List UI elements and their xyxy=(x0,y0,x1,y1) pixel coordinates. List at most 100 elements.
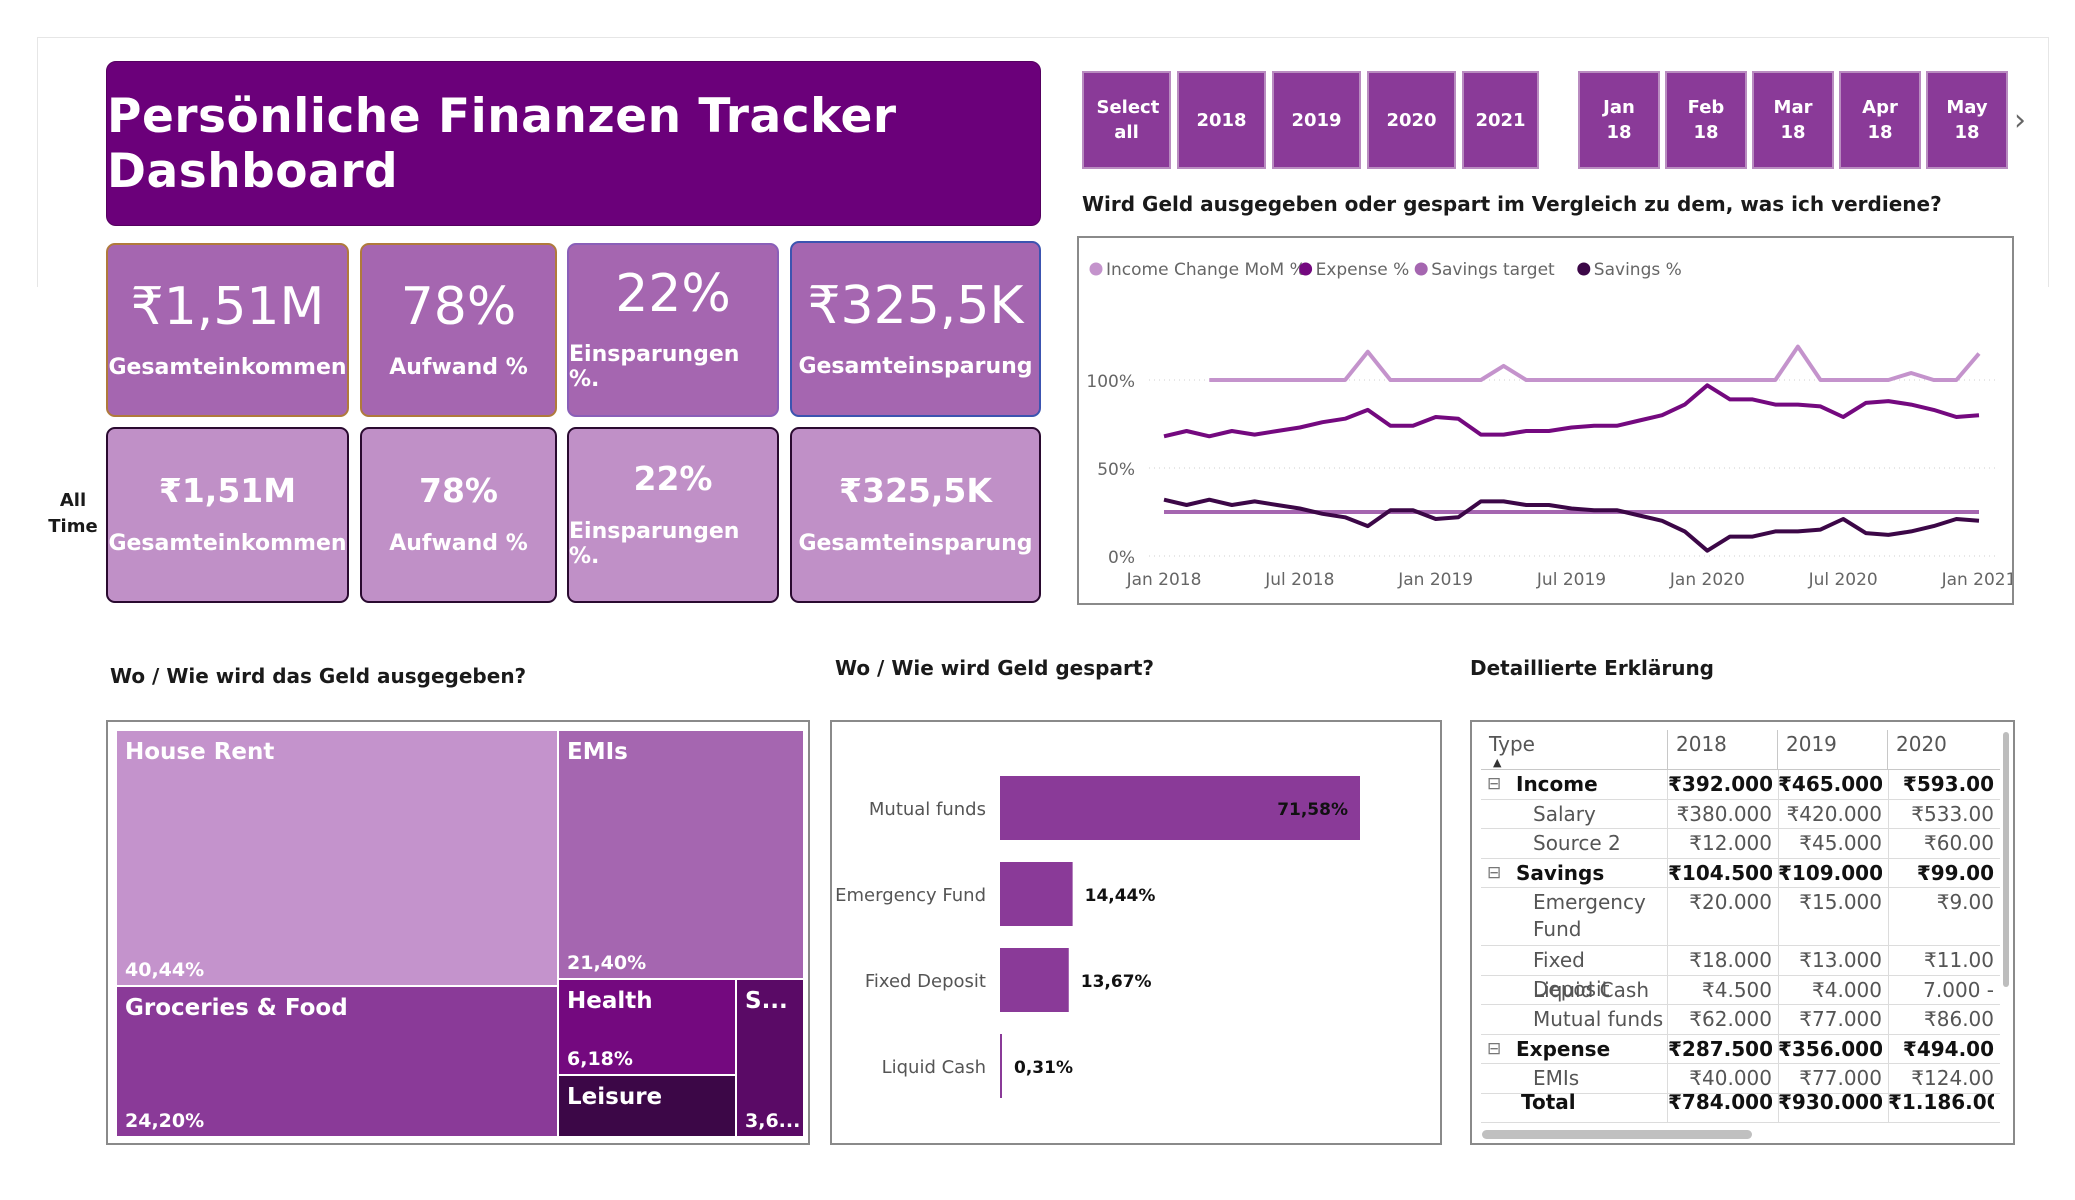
row-value-cell: 7.000 - xyxy=(1923,977,1994,1002)
month-slicer-may-18[interactable]: May 18 xyxy=(1926,71,2008,169)
kpi-label: Einsparungen %. xyxy=(569,342,740,392)
treemap-title: Wo / Wie wird das Geld ausgegeben? xyxy=(110,664,527,688)
kpi-label: Aufwand % xyxy=(389,354,528,380)
row-value-cell: ₹77.000 xyxy=(1799,1007,1882,1031)
kpi-total-savings-card[interactable]: ₹325,5K Gesamteinsparung xyxy=(790,241,1041,417)
collapse-icon[interactable]: ⊟ xyxy=(1487,770,1501,799)
kpi-value: ₹1,51M xyxy=(130,276,325,337)
kpi-value: 22% xyxy=(633,458,713,498)
row-label-cell: ⊟ Expense xyxy=(1481,1034,1668,1064)
kpi-all-time-savings-pct-card[interactable]: 22% Einsparungen %. xyxy=(567,427,779,603)
bar-category-label: Mutual funds xyxy=(869,799,986,820)
month-slicer-feb-18[interactable]: Feb 18 xyxy=(1665,71,1747,169)
table-row[interactable]: Fixed Deposit ₹18.000 ₹13.000 ₹11.00 xyxy=(1481,946,2000,1001)
row-value-cell: ₹86.00 xyxy=(1924,1007,1994,1031)
row-label-cell: Emergency Fund xyxy=(1481,888,1668,946)
kpi-all-time-income-card[interactable]: ₹1,51M Gesamteinkommen xyxy=(106,427,349,603)
kpi-label: Gesamteinkommen xyxy=(108,354,347,380)
legend-marker xyxy=(1299,262,1313,276)
matrix-table[interactable]: Type ▲ 2018 2019 2020 ⊟ Income ₹392.000 ₹46… xyxy=(1470,720,2015,1145)
collapse-icon[interactable]: ⊟ xyxy=(1487,859,1501,888)
bar xyxy=(1000,1034,1002,1098)
table-total-row[interactable]: Total ₹784.000 ₹930.000 ₹1.186.00 xyxy=(1481,1090,2000,1123)
month-slicer-mar-18[interactable]: Mar 18 xyxy=(1752,71,1834,169)
row-value-cell: ₹392.000 xyxy=(1668,772,1772,796)
treemap-leisure[interactable]: Leisure xyxy=(558,1075,736,1137)
table-row[interactable]: ⊟ Expense ₹287.500 ₹356.000 ₹494.00 xyxy=(1481,1034,2000,1064)
kpi-all-time-savings-card[interactable]: ₹325,5K Gesamteinsparung xyxy=(790,427,1041,603)
kpi-savings-pct-card[interactable]: 22% Einsparungen %. xyxy=(567,243,779,417)
table-horizontal-scrollbar[interactable] xyxy=(1482,1130,1752,1139)
kpi-expense-pct-card[interactable]: 78% Aufwand % xyxy=(360,243,557,417)
bar xyxy=(1000,948,1069,1012)
table-row[interactable]: Emergency Fund ₹20.000 ₹15.000 ₹9.00 xyxy=(1481,888,2000,946)
slicer-label: 2018 xyxy=(1196,109,1247,131)
slicer-label: Feb 18 xyxy=(1687,97,1725,143)
row-value-cell: ₹13.000 xyxy=(1799,948,1882,972)
kpi-all-time-expense-card[interactable]: 78% Aufwand % xyxy=(360,427,557,603)
table-row[interactable]: Mutual funds ₹62.000 ₹77.000 ₹86.00 xyxy=(1481,1005,2000,1035)
treemap-pct: 21,40% xyxy=(567,952,647,974)
treemap-pct: 6,18% xyxy=(567,1048,633,1070)
row-value-cell: ₹593.00 xyxy=(1902,772,1994,796)
row-value-cell: ₹60.00 xyxy=(1924,831,1994,855)
treemap-house-rent[interactable]: House Rent 40,44% xyxy=(116,730,558,986)
header-2020-cell[interactable]: 2020 xyxy=(1888,730,2000,770)
year-slicer-2018[interactable]: 2018 xyxy=(1177,71,1266,169)
month-slicer-jan-18[interactable]: Jan 18 xyxy=(1578,71,1660,169)
treemap-groceries-food[interactable]: Groceries & Food 24,20% xyxy=(116,986,558,1137)
bar-chart[interactable]: Mutual funds 71,58% Emergency Fund 14,44% Fi… xyxy=(832,722,1440,1143)
year-slicer-2019[interactable]: 2019 xyxy=(1272,71,1361,169)
table-row[interactable]: Source 2 ₹12.000 ₹45.000 ₹60.00 xyxy=(1481,829,2000,859)
y-tick-label: 100% xyxy=(1086,372,1135,392)
table-row[interactable]: ⊟ Income ₹392.000 ₹465.000 ₹593.00 xyxy=(1481,770,2000,800)
table-row[interactable]: Salary ₹380.000 ₹420.000 ₹533.00 xyxy=(1481,799,2000,829)
series-line xyxy=(1209,344,1981,382)
row-value-cell: ₹287.500 xyxy=(1668,1036,1772,1061)
legend-label: Expense % xyxy=(1316,260,1410,280)
row-value-cell: ₹420.000 xyxy=(1786,801,1882,826)
slicer-label: May 18 xyxy=(1946,97,1988,143)
treemap-pct: 40,44% xyxy=(125,959,205,981)
table-vertical-scrollbar[interactable] xyxy=(2003,732,2009,987)
treemap-label: Groceries & Food xyxy=(125,995,348,1021)
header-2018-cell[interactable]: 2018 xyxy=(1668,730,1778,770)
collapse-icon[interactable]: ⊟ xyxy=(1487,1035,1501,1064)
row-value-cell: ₹12.000 xyxy=(1689,831,1772,855)
row-label: Income xyxy=(1516,772,1598,796)
table-row[interactable]: ⊟ Savings ₹104.500 ₹109.000 ₹99.00 xyxy=(1481,858,2000,888)
kpi-label: Gesamteinsparung xyxy=(798,353,1033,379)
treemap-label: EMIs xyxy=(567,739,628,765)
treemap-emis[interactable]: EMIs 21,40% xyxy=(558,730,804,979)
y-tick-label: 0% xyxy=(1108,548,1135,568)
row-label: Liquid Cash xyxy=(1533,977,1649,1002)
kpi-total-income-card[interactable]: ₹1,51M Gesamteinkommen xyxy=(106,243,349,417)
treemap-small-category[interactable]: S... 3,6... xyxy=(736,979,804,1137)
treemap-label: S... xyxy=(745,988,788,1014)
line-chart[interactable]: Income Change MoM % Expense % Savings targ… xyxy=(1079,238,2012,603)
month-slicer-apr-18[interactable]: Apr 18 xyxy=(1839,71,1921,169)
table-row[interactable]: Liquid Cash ₹4.500 ₹4.000 7.000 - xyxy=(1481,975,2000,1005)
year-slicer-2020[interactable]: 2020 xyxy=(1367,71,1456,169)
kpi-label: Aufwand % xyxy=(389,531,528,556)
year-slicer-select-all[interactable]: Select all xyxy=(1082,71,1171,169)
header-type-cell[interactable]: Type ▲ xyxy=(1481,730,1668,770)
legend-label: Savings % xyxy=(1594,260,1682,280)
table-body: ⊟ Income ₹392.000 ₹465.000 ₹593.00 Salary ₹380… xyxy=(1481,770,2000,1123)
slicer-label: Select all xyxy=(1096,97,1160,143)
x-tick-label: Jan 2018 xyxy=(1126,570,1202,590)
all-time-label: All Time xyxy=(48,490,98,537)
bar-category-label: Fixed Deposit xyxy=(865,971,986,992)
treemap-pct: 24,20% xyxy=(125,1110,205,1132)
header-2018: 2018 xyxy=(1676,732,1727,756)
header-2019-cell[interactable]: 2019 xyxy=(1778,730,1888,770)
row-label: Expense xyxy=(1516,1036,1611,1061)
row-value-cell: ₹4.500 xyxy=(1702,977,1772,1002)
row-label-cell: Liquid Cash xyxy=(1481,975,1668,1005)
legend-marker xyxy=(1577,262,1591,276)
row-label: Mutual funds xyxy=(1533,1007,1664,1031)
year-slicer-2021[interactable]: 2021 xyxy=(1462,71,1539,169)
chevron-right-icon[interactable]: › xyxy=(2014,106,2042,136)
treemap-health[interactable]: Health 6,18% xyxy=(558,979,736,1075)
legend-item: Savings target xyxy=(1414,260,1555,280)
